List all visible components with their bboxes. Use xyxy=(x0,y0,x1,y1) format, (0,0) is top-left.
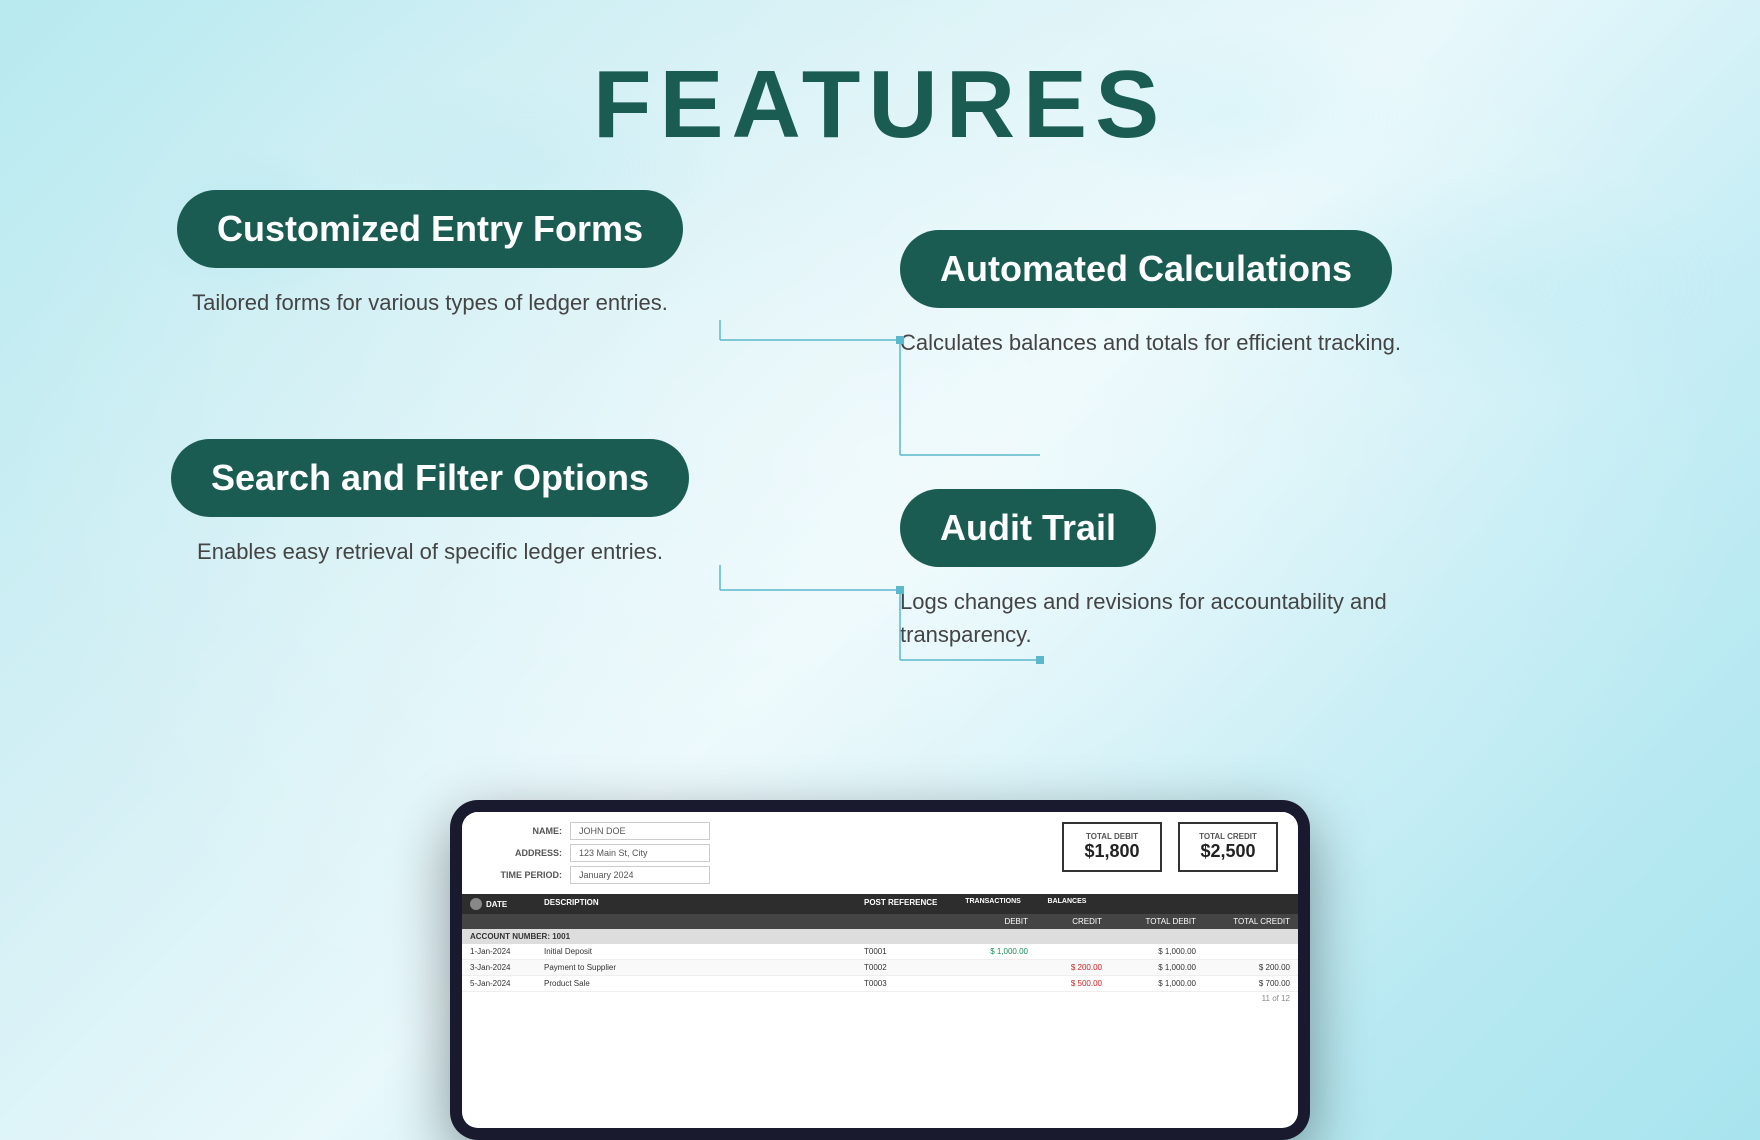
row3-ref: T0003 xyxy=(864,979,954,988)
row1-date: 1-Jan-2024 xyxy=(470,947,540,956)
row2-date: 3-Jan-2024 xyxy=(470,963,540,972)
row3-credit: $ 500.00 xyxy=(1032,979,1102,988)
col-post-ref: POST REFERENCE xyxy=(864,898,954,910)
feature-audit-trail: Audit Trail Logs changes and revisions f… xyxy=(900,489,1680,651)
row1-total-debit: $ 1,000.00 xyxy=(1106,947,1196,956)
tablet-screen: NAME: JOHN DOE ADDRESS: 123 Main St, Cit… xyxy=(462,812,1298,1128)
search-filter-description: Enables easy retrieval of specific ledge… xyxy=(170,535,690,568)
total-debit-label: TOTAL DEBIT xyxy=(1080,832,1144,841)
row1-debit: $ 1,000.00 xyxy=(958,947,1028,956)
automated-calc-badge: Automated Calculations xyxy=(900,230,1392,308)
feature-search-filter: Search and Filter Options Enables easy r… xyxy=(80,439,780,568)
audit-trail-badge: Audit Trail xyxy=(900,489,1156,567)
row3-total-debit: $ 1,000.00 xyxy=(1106,979,1196,988)
row3-total-credit: $ 700.00 xyxy=(1200,979,1290,988)
row2-ref: T0002 xyxy=(864,963,954,972)
total-credit-box: TOTAL CREDIT $2,500 xyxy=(1178,822,1278,872)
account-number-row: ACCOUNT NUMBER: 1001 xyxy=(462,929,1298,944)
col-date: DATE xyxy=(486,900,507,909)
customized-entry-forms-badge: Customized Entry Forms xyxy=(177,190,683,268)
row2-total-debit: $ 1,000.00 xyxy=(1106,963,1196,972)
address-value: 123 Main St, City xyxy=(570,844,710,862)
table-sub-header: DEBIT CREDIT TOTAL DEBIT TOTAL CREDIT xyxy=(462,914,1298,929)
name-label: NAME: xyxy=(482,826,562,836)
page-title: FEATURES xyxy=(0,50,1760,160)
row1-ref: T0001 xyxy=(864,947,954,956)
total-debit-box: TOTAL DEBIT $1,800 xyxy=(1062,822,1162,872)
audit-trail-description: Logs changes and revisions for accountab… xyxy=(900,585,1420,651)
table-row: 5-Jan-2024 Product Sale T0003 $ 500.00 $… xyxy=(462,976,1298,992)
sub-col-total-credit: TOTAL CREDIT xyxy=(1200,917,1290,926)
row2-debit xyxy=(958,963,1028,972)
automated-calc-description: Calculates balances and totals for effic… xyxy=(900,326,1420,359)
row3-debit xyxy=(958,979,1028,988)
feature-automated-calculations: Automated Calculations Calculates balanc… xyxy=(900,230,1680,359)
row3-desc: Product Sale xyxy=(544,979,860,988)
table-row: 1-Jan-2024 Initial Deposit T0001 $ 1,000… xyxy=(462,944,1298,960)
row1-desc: Initial Deposit xyxy=(544,947,860,956)
time-period-value: January 2024 xyxy=(570,866,710,884)
row1-credit xyxy=(1032,947,1102,956)
feature-customized-entry-forms: Customized Entry Forms Tailored forms fo… xyxy=(80,190,780,319)
row3-date: 5-Jan-2024 xyxy=(470,979,540,988)
table-header: DATE DESCRIPTION POST REFERENCE TRANSACT… xyxy=(462,894,1298,914)
row2-total-credit: $ 200.00 xyxy=(1200,963,1290,972)
row2-credit: $ 200.00 xyxy=(1032,963,1102,972)
customized-entry-forms-description: Tailored forms for various types of ledg… xyxy=(170,286,690,319)
row1-total-credit xyxy=(1200,947,1290,956)
sub-col-total-debit: TOTAL DEBIT xyxy=(1106,917,1196,926)
time-period-label: TIME PERIOD: xyxy=(482,870,562,880)
tablet-frame: NAME: JOHN DOE ADDRESS: 123 Main St, Cit… xyxy=(450,800,1310,1140)
sub-col-credit: CREDIT xyxy=(1032,917,1102,926)
total-credit-value: $2,500 xyxy=(1196,841,1260,862)
total-debit-value: $1,800 xyxy=(1080,841,1144,862)
row2-desc: Payment to Supplier xyxy=(544,963,860,972)
col-description: DESCRIPTION xyxy=(544,898,860,910)
page-header: FEATURES xyxy=(0,0,1760,190)
table-row: 3-Jan-2024 Payment to Supplier T0002 $ 2… xyxy=(462,960,1298,976)
name-value: JOHN DOE xyxy=(570,822,710,840)
account-number: ACCOUNT NUMBER: 1001 xyxy=(470,932,570,941)
tablet-mockup: NAME: JOHN DOE ADDRESS: 123 Main St, Cit… xyxy=(450,800,1310,1140)
address-label: ADDRESS: xyxy=(482,848,562,858)
search-filter-badge: Search and Filter Options xyxy=(171,439,689,517)
left-features: Customized Entry Forms Tailored forms fo… xyxy=(80,190,780,701)
total-credit-label: TOTAL CREDIT xyxy=(1196,832,1260,841)
sub-col-debit: DEBIT xyxy=(958,917,1028,926)
right-features: Automated Calculations Calculates balanc… xyxy=(780,190,1680,701)
page-indicator: 11 of 12 xyxy=(462,992,1298,1005)
